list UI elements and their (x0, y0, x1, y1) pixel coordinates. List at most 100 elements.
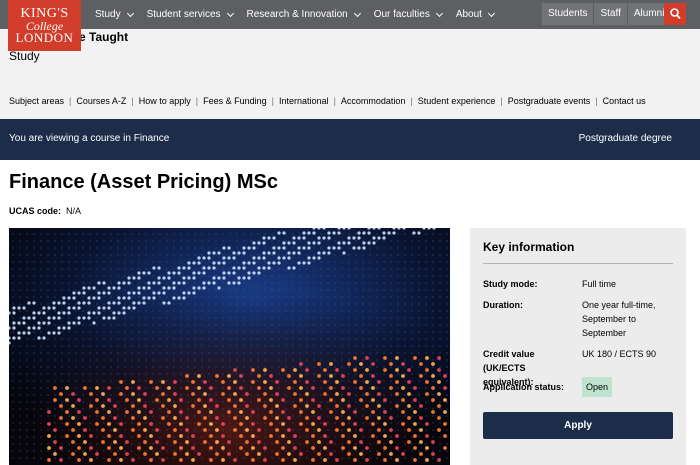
kings-college-london-logo[interactable]: KING'S College LONDON (8, 0, 81, 51)
subnav-subject-areas[interactable]: Subject areas (9, 96, 64, 106)
led-dot (347, 246, 351, 250)
staff-link[interactable]: Staff (594, 3, 627, 25)
led-dot (319, 302, 323, 306)
led-dot (177, 296, 181, 300)
led-dot (60, 267, 64, 271)
subnav-contact-us[interactable]: Contact us (603, 96, 646, 106)
led-dot (305, 316, 309, 320)
led-dot (410, 386, 414, 390)
led-dot (354, 393, 358, 397)
led-dot (165, 246, 169, 250)
led-dot (382, 407, 386, 411)
led-dot (81, 393, 85, 397)
led-dot (82, 316, 86, 320)
led-dot (319, 337, 323, 341)
led-dot (249, 302, 253, 306)
led-dot (95, 422, 99, 426)
led-dot (147, 286, 151, 290)
subnav-student-experience[interactable]: Student experience (418, 96, 496, 106)
led-dot (403, 414, 407, 418)
search-button[interactable] (664, 3, 686, 25)
led-dot (410, 246, 414, 250)
subnav-fees-funding[interactable]: Fees & Funding (203, 96, 267, 106)
nav-item-study[interactable]: Study (95, 9, 134, 20)
apply-button[interactable]: Apply (483, 412, 673, 439)
led-dot (25, 344, 29, 348)
led-dot (119, 446, 123, 450)
led-dot (305, 368, 309, 372)
subnav-courses-a-z[interactable]: Courses A-Z (76, 96, 126, 106)
led-dot (88, 267, 92, 271)
led-dot (410, 239, 414, 243)
led-dot (11, 316, 15, 320)
subnav-international[interactable]: International (279, 96, 329, 106)
led-dot (11, 239, 15, 243)
led-dot (18, 407, 22, 411)
led-dot (305, 380, 309, 384)
led-dot (172, 286, 176, 290)
led-dot (131, 458, 135, 462)
subnav-how-to-apply[interactable]: How to apply (139, 96, 191, 106)
led-dot (424, 351, 428, 355)
students-link[interactable]: Students (542, 3, 594, 25)
led-dot (202, 286, 206, 290)
led-dot (46, 260, 50, 264)
led-dot (25, 260, 29, 264)
led-dot (53, 274, 57, 278)
led-dot (130, 365, 134, 369)
led-dot (403, 435, 407, 439)
led-dot (263, 458, 267, 462)
led-dot (298, 323, 302, 327)
led-dot (232, 266, 236, 270)
led-dot (267, 251, 271, 255)
led-dot (158, 456, 162, 460)
led-dot (410, 456, 414, 460)
led-dot (113, 452, 117, 456)
led-dot (18, 456, 22, 460)
led-dot (137, 422, 141, 426)
led-dot (18, 379, 22, 383)
led-dot (25, 400, 29, 404)
led-dot (197, 286, 201, 290)
led-dot (158, 449, 162, 453)
led-dot (424, 442, 428, 446)
led-dot (72, 306, 76, 310)
led-dot (193, 253, 197, 257)
led-dot (67, 330, 71, 334)
led-dot (305, 239, 309, 243)
led-dot (162, 301, 166, 305)
nav-item-our-faculties[interactable]: Our faculties (374, 9, 443, 20)
subnav-accommodation[interactable]: Accommodation (341, 96, 406, 106)
led-dot (95, 358, 99, 362)
led-dot (256, 274, 260, 278)
nav-item-about[interactable]: About (456, 9, 496, 20)
led-dot (197, 422, 201, 426)
led-dot (95, 351, 99, 355)
led-dot (147, 271, 151, 275)
led-dot (312, 231, 316, 235)
nav-item-research-innovation[interactable]: Research & Innovation (247, 9, 361, 20)
led-dot (215, 440, 219, 444)
led-dot (67, 321, 71, 325)
led-dot (368, 351, 372, 355)
led-dot (403, 274, 407, 278)
led-dot (47, 321, 51, 325)
led-dot (382, 239, 386, 243)
led-dot (270, 344, 274, 348)
led-dot (270, 232, 274, 236)
led-dot (298, 337, 302, 341)
led-dot (347, 232, 351, 236)
led-dot (382, 323, 386, 327)
led-dot (200, 407, 204, 411)
led-dot (221, 386, 225, 390)
led-dot (323, 446, 327, 450)
led-dot (424, 274, 428, 278)
led-dot (382, 365, 386, 369)
subnav-postgraduate-events[interactable]: Postgraduate events (508, 96, 591, 106)
nav-item-student-services[interactable]: Student services (147, 9, 234, 20)
led-dot (77, 422, 81, 426)
led-dot (249, 372, 253, 376)
led-dot (347, 274, 351, 278)
led-dot (277, 309, 281, 313)
led-dot (287, 241, 291, 245)
